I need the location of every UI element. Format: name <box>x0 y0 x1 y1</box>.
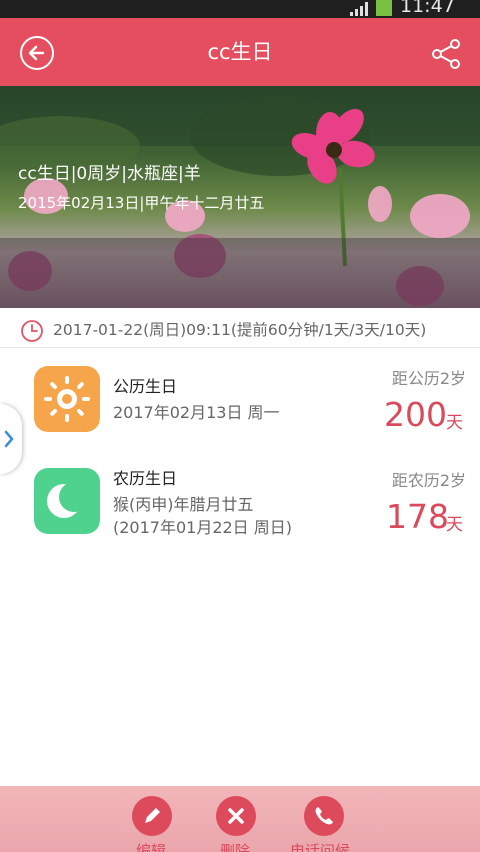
lunar-days-count: 178 <box>386 497 449 536</box>
reminder-row[interactable]: 2017-01-22(周日)09:11(提前60分钟/1天/3天/10天) <box>0 314 480 348</box>
clock-icon <box>21 320 43 342</box>
status-time: 11:47 <box>400 0 455 17</box>
solar-countdown-label: 距公历2岁 <box>391 369 466 388</box>
solar-icon-tile <box>34 366 100 432</box>
header: cc生日 <box>0 18 480 86</box>
lunar-icon-tile <box>34 468 100 534</box>
lunar-birthday-card[interactable]: 农历生日 猴(丙申)年腊月廿五 (2017年01月22日 周日) 距农历2岁 1… <box>0 464 480 564</box>
delete-label: 删除 <box>220 842 251 852</box>
lunar-countdown-label: 距农历2岁 <box>391 471 466 490</box>
banner-caption-overlay <box>0 238 480 308</box>
call-button[interactable] <box>304 796 344 836</box>
solar-days-unit: 天 <box>446 413 463 433</box>
close-icon <box>228 808 244 824</box>
lunar-birthday-date: 猴(丙申)年腊月廿五 <box>113 495 254 514</box>
battery-icon <box>376 0 392 16</box>
call-label: 电话问候 <box>290 842 351 852</box>
signal-icon <box>350 2 368 16</box>
solar-birthday-title: 公历生日 <box>113 377 178 396</box>
birthday-summary: cc生日|0周岁|水瓶座|羊 <box>18 164 201 184</box>
edit-label: 编辑 <box>136 842 167 852</box>
reminder-text: 2017-01-22(周日)09:11(提前60分钟/1天/3天/10天) <box>53 321 427 339</box>
lunar-birthday-solar-date: (2017年01月22日 周日) <box>113 518 293 537</box>
birth-date-detail: 2015年02月13日|甲午年十二月廿五 <box>18 194 265 212</box>
share-icon <box>432 39 460 69</box>
moon-icon <box>47 482 89 518</box>
edit-button[interactable] <box>132 796 172 836</box>
page-title: cc生日 <box>207 40 273 64</box>
solar-birthday-date: 2017年02月13日 周一 <box>113 403 280 422</box>
lunar-birthday-title: 农历生日 <box>113 469 178 488</box>
phone-icon <box>315 807 333 825</box>
share-button[interactable] <box>430 38 462 70</box>
solar-birthday-card[interactable]: 公历生日 2017年02月13日 周一 距公历2岁 200 天 <box>0 362 480 462</box>
bottom-toolbar: 编辑 删除 电话问候 <box>0 786 480 852</box>
lunar-days-unit: 天 <box>446 515 463 535</box>
pencil-icon <box>145 808 160 823</box>
sun-icon <box>44 376 90 422</box>
status-bar: 11:47 <box>0 0 480 18</box>
delete-button[interactable] <box>216 796 256 836</box>
solar-days-count: 200 <box>384 395 447 434</box>
